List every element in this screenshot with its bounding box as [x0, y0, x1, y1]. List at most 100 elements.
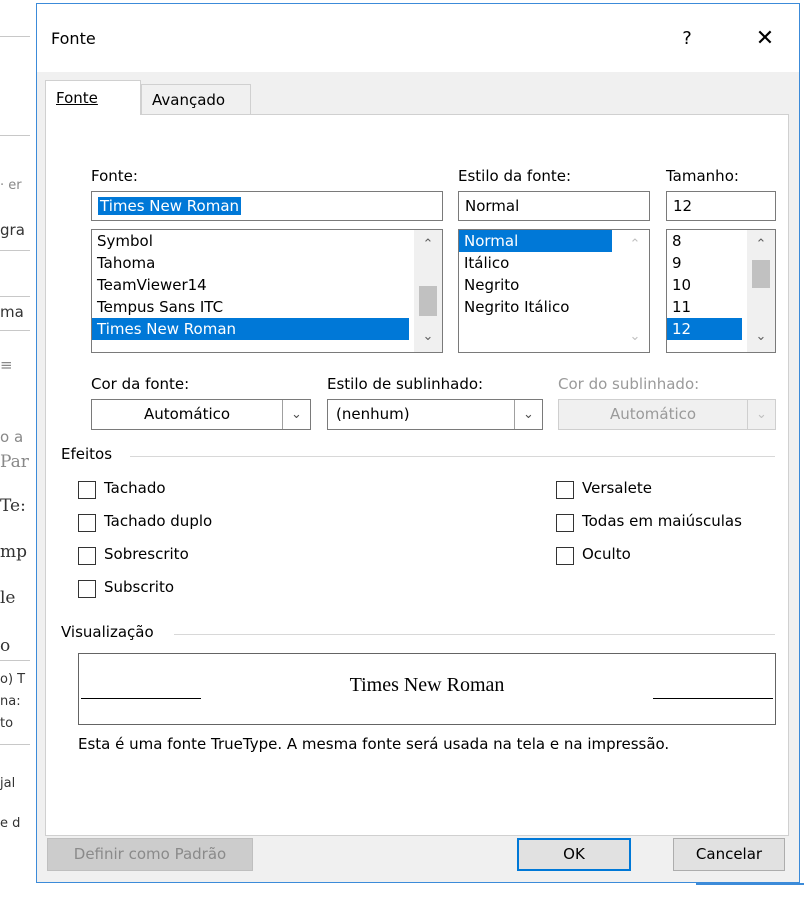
style-value: Normal: [465, 197, 520, 215]
preview-box: Times New Roman: [78, 653, 776, 725]
background-text: ma: [0, 303, 24, 321]
dialog-title: Fonte: [51, 29, 96, 48]
background-window-edge: [696, 883, 804, 885]
style-label: Estilo da fonte:: [458, 167, 572, 185]
preview-text: Times New Roman: [349, 674, 505, 696]
underline-color-label: Cor do sublinhado:: [558, 375, 700, 393]
background-text: o a: [0, 428, 24, 446]
font-label: Fonte:: [91, 167, 138, 185]
underline-style-value: (nenhum): [336, 405, 410, 423]
superscript-label[interactable]: Sobrescrito: [104, 545, 189, 563]
subscript-label[interactable]: Subscrito: [104, 578, 174, 596]
ok-button[interactable]: OK: [517, 838, 631, 871]
font-dialog: Fonte ? ✕ Fonte Avançado Fonte: Times Ne…: [36, 3, 800, 883]
truetype-note: Esta é uma fonte TrueType. A mesma fonte…: [78, 735, 670, 753]
style-input[interactable]: Normal: [458, 191, 650, 221]
background-text: gra: [0, 221, 25, 239]
preview-group-title: Visualização: [61, 623, 154, 641]
list-item-selected[interactable]: Times New Roman: [92, 318, 409, 340]
font-name-value: Times New Roman: [98, 197, 242, 215]
effects-group-title: Efeitos: [61, 445, 113, 463]
size-label: Tamanho:: [666, 167, 739, 185]
background-text: e d: [0, 816, 21, 831]
tab-label: Fonte: [56, 89, 98, 107]
list-item[interactable]: Tahoma: [92, 252, 442, 274]
chevron-down-icon[interactable]: ⌄: [282, 400, 310, 429]
font-list-scrollbar[interactable]: ⌃ ⌄: [414, 230, 442, 352]
scroll-down-icon[interactable]: ⌄: [414, 326, 442, 348]
underline-color-dropdown: Automático ⌄: [558, 399, 776, 430]
preview-underline-left: [81, 698, 201, 699]
style-list[interactable]: Normal Itálico Negrito Negrito Itálico ⌃…: [458, 229, 650, 353]
background-ribbon-line: [0, 660, 30, 661]
list-item[interactable]: Tempus Sans ITC: [92, 296, 442, 318]
list-item[interactable]: Symbol: [92, 230, 442, 252]
close-button[interactable]: ✕: [745, 24, 785, 54]
small-caps-label[interactable]: Versalete: [582, 479, 652, 497]
all-caps-checkbox[interactable]: [556, 514, 574, 532]
scroll-down-icon: ⌄: [629, 329, 641, 344]
tab-avancado[interactable]: Avançado: [141, 84, 251, 115]
font-name-input[interactable]: Times New Roman: [91, 191, 443, 221]
strikethrough-checkbox[interactable]: [78, 481, 96, 499]
preview-underline-right: [653, 698, 773, 699]
double-strikethrough-checkbox[interactable]: [78, 514, 96, 532]
scroll-thumb[interactable]: [419, 286, 437, 316]
scroll-up-icon[interactable]: ⌃: [747, 234, 775, 256]
background-text: jal: [0, 776, 16, 791]
help-button[interactable]: ?: [669, 24, 705, 54]
underline-color-value: Automático: [609, 405, 697, 423]
background-text: na:: [0, 694, 21, 709]
list-item[interactable]: TeamViewer14: [92, 274, 442, 296]
font-color-label: Cor da fonte:: [91, 375, 190, 393]
underline-style-dropdown[interactable]: (nenhum) ⌄: [327, 399, 543, 430]
scroll-up-icon: ⌃: [629, 237, 641, 252]
background-text: · er: [0, 178, 22, 193]
font-list[interactable]: Symbol Tahoma TeamViewer14 Tempus Sans I…: [91, 229, 443, 353]
size-list-scrollbar[interactable]: ⌃ ⌄: [747, 230, 775, 352]
background-ribbon-line: [0, 330, 30, 331]
list-item-selected[interactable]: 12: [667, 318, 742, 340]
underline-style-label: Estilo de sublinhado:: [327, 375, 484, 393]
size-value: 12: [673, 197, 693, 215]
double-strikethrough-label[interactable]: Tachado duplo: [104, 512, 212, 530]
strikethrough-label[interactable]: Tachado: [104, 479, 166, 497]
scroll-down-icon[interactable]: ⌄: [747, 326, 775, 348]
scroll-up-icon[interactable]: ⌃: [414, 234, 442, 256]
list-item-selected[interactable]: Normal: [459, 230, 612, 252]
chevron-down-icon: ⌄: [747, 400, 775, 429]
effects-divider: [130, 456, 775, 457]
background-text: Par: [0, 452, 29, 472]
background-document: · er gra ma ≡ o a Par Te: mp le o o) T n…: [0, 0, 40, 908]
tab-fonte[interactable]: Fonte: [45, 80, 141, 115]
size-input[interactable]: 12: [666, 191, 776, 221]
background-ribbon-line: [0, 744, 30, 745]
tab-label: Avançado: [152, 91, 226, 109]
preview-divider: [174, 634, 775, 635]
tab-panel-fonte: Fonte: Times New Roman Symbol Tahoma Tea…: [45, 114, 789, 836]
background-ribbon-line: [0, 135, 30, 136]
cancel-button[interactable]: Cancelar: [673, 838, 785, 871]
style-list-scrollbar: ⌃ ⌄: [621, 230, 649, 352]
hidden-label[interactable]: Oculto: [582, 545, 631, 563]
font-color-value: Automático: [143, 405, 231, 423]
superscript-checkbox[interactable]: [78, 547, 96, 565]
font-color-dropdown[interactable]: Automático ⌄: [91, 399, 311, 430]
background-ribbon-line: [0, 296, 30, 297]
size-list[interactable]: 8 9 10 11 12 ⌃ ⌄: [666, 229, 776, 353]
chevron-down-icon[interactable]: ⌄: [514, 400, 542, 429]
background-ribbon-line: [0, 250, 30, 251]
background-text: Te:: [0, 496, 26, 516]
background-text: o: [0, 636, 11, 656]
small-caps-checkbox[interactable]: [556, 481, 574, 499]
background-text: o) T: [0, 672, 26, 687]
background-text: le: [0, 588, 16, 608]
background-ribbon-line: [0, 36, 30, 37]
scroll-thumb[interactable]: [752, 260, 770, 288]
background-text: ≡: [0, 356, 13, 374]
hidden-checkbox[interactable]: [556, 547, 574, 565]
all-caps-label[interactable]: Todas em maiúsculas: [582, 512, 742, 530]
subscript-checkbox[interactable]: [78, 580, 96, 598]
background-text: to: [0, 716, 14, 731]
background-text: mp: [0, 542, 28, 562]
